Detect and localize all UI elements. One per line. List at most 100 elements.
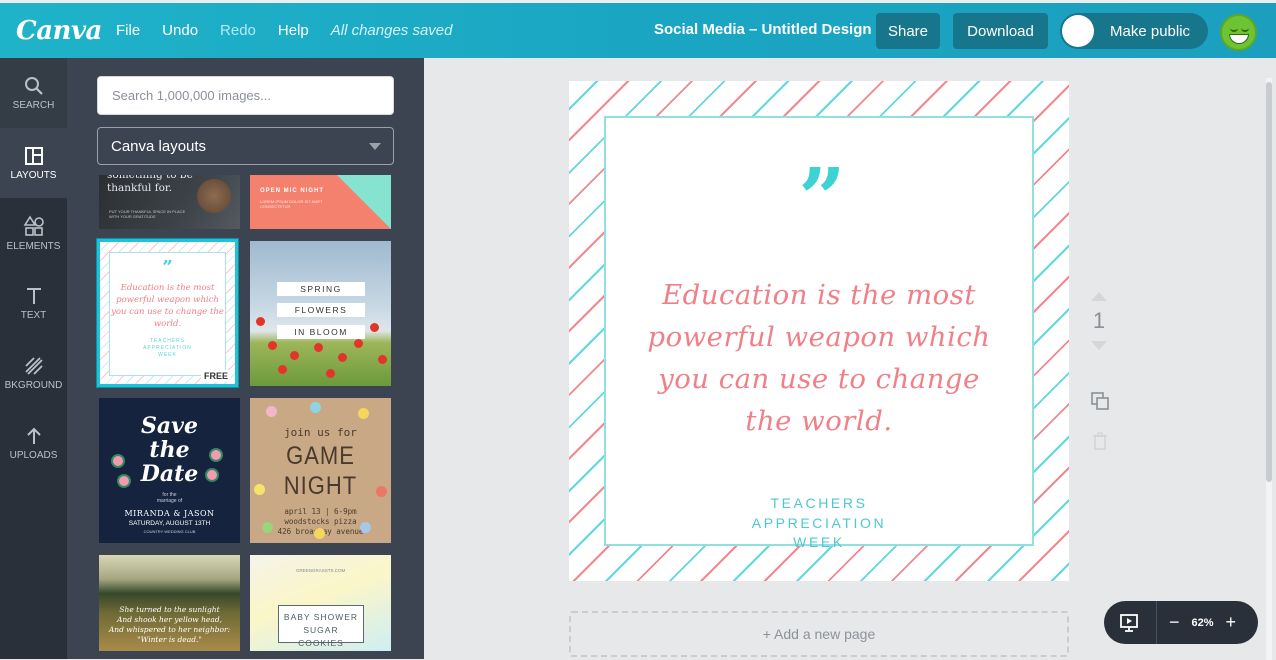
page-up-icon[interactable] bbox=[1091, 292, 1107, 301]
thumb-game-night-title: GAME NIGHT bbox=[283, 441, 358, 500]
thumb-save-date-venue: COUNTRY WEDDING CLUB bbox=[143, 529, 196, 534]
menu-help[interactable]: Help bbox=[278, 22, 309, 39]
nav-text-label: TEXT bbox=[20, 309, 47, 321]
vertical-scrollbar[interactable] bbox=[1266, 78, 1272, 660]
layout-thumb-education-selected[interactable]: ” Education is the most powerful weapon … bbox=[97, 239, 238, 387]
flower-image bbox=[290, 351, 299, 360]
nav-elements-label: ELEMENTS bbox=[6, 240, 61, 252]
polka-dot bbox=[314, 528, 325, 539]
canva-logo[interactable]: Canva bbox=[16, 16, 102, 46]
thumb-gratitude-small: PUT YOUR THANKFUL SPACE IN PLACE WITH YO… bbox=[109, 209, 186, 219]
text-icon bbox=[26, 287, 41, 304]
quote-icon[interactable]: ” bbox=[606, 158, 1032, 240]
flower-image bbox=[378, 355, 387, 364]
layout-thumb-sunlight[interactable]: She turned to the sunlight And shook her… bbox=[99, 555, 240, 651]
nav-layouts[interactable]: LAYOUTS bbox=[0, 128, 67, 198]
page-down-icon[interactable] bbox=[1091, 341, 1107, 350]
thumb-education-text: Education is the most powerful weapon wh… bbox=[111, 283, 224, 329]
add-page-button[interactable]: + Add a new page bbox=[569, 611, 1069, 657]
attribution-text[interactable]: TEACHERS APPRECIATION WEEK bbox=[606, 494, 1032, 553]
image-search-input[interactable]: Search 1,000,000 images... bbox=[97, 76, 394, 115]
make-public-label: Make public bbox=[1110, 22, 1191, 40]
page-number: 1 bbox=[1092, 308, 1106, 333]
free-badge: FREE bbox=[200, 370, 231, 382]
chevron-down-icon bbox=[369, 143, 381, 150]
zoom-divider bbox=[1156, 601, 1157, 644]
quote-icon: ” bbox=[162, 257, 173, 278]
polka-dot bbox=[360, 522, 371, 533]
floral-decoration bbox=[207, 470, 217, 480]
nav-background[interactable]: BKGROUND bbox=[0, 338, 67, 408]
flower-image bbox=[338, 353, 347, 362]
zoom-in-button[interactable]: + bbox=[1226, 612, 1237, 633]
layouts-panel: Search 1,000,000 images... Canva layouts… bbox=[67, 58, 424, 659]
nav-uploads[interactable]: UPLOADS bbox=[0, 408, 67, 478]
flower-image bbox=[326, 369, 335, 378]
layouts-dropdown[interactable]: Canva layouts bbox=[97, 127, 394, 165]
menu-undo[interactable]: Undo bbox=[162, 22, 198, 39]
quote-text[interactable]: Education is the most powerful weapon wh… bbox=[606, 274, 1032, 442]
menu-redo[interactable]: Redo bbox=[220, 22, 256, 39]
flower-image bbox=[256, 317, 265, 326]
make-public-toggle[interactable]: Make public bbox=[1060, 13, 1208, 49]
trash-icon[interactable] bbox=[1092, 432, 1108, 450]
polka-dot bbox=[262, 522, 273, 533]
menu-file[interactable]: File bbox=[116, 22, 140, 39]
nav-search[interactable]: SEARCH bbox=[0, 58, 67, 128]
layout-thumb-baby-shower[interactable]: GREENGRASSTS.COM BABY SHOWER SUGAR COOKI… bbox=[250, 555, 391, 651]
quote-card[interactable]: ” Education is the most powerful weapon … bbox=[604, 116, 1034, 550]
layout-thumb-open-mic[interactable]: OPEN MIC NIGHT LOREM IPSUM DOLOR SIT AME… bbox=[250, 175, 391, 229]
thumb-spring-line-1: SPRING bbox=[277, 282, 365, 296]
save-status: All changes saved bbox=[330, 22, 453, 39]
layout-thumb-save-the-date[interactable]: Save the Date for the marriage of MIRAND… bbox=[99, 398, 240, 543]
avatar-mouth bbox=[1229, 34, 1249, 44]
elements-icon bbox=[23, 214, 44, 236]
layout-thumb-gratitude[interactable]: something to be thankful for. PUT YOUR T… bbox=[99, 175, 240, 229]
zoom-controls: − 62% + bbox=[1104, 601, 1258, 644]
polka-dot bbox=[358, 408, 369, 419]
thumb-save-date-names: MIRANDA & JASON bbox=[124, 509, 215, 518]
share-button[interactable]: Share bbox=[876, 13, 940, 49]
nav-text[interactable]: TEXT bbox=[0, 268, 67, 338]
nav-layouts-label: LAYOUTS bbox=[10, 169, 57, 181]
floral-decoration bbox=[211, 450, 221, 460]
flower-image bbox=[268, 341, 277, 350]
layout-thumb-spring[interactable]: SPRING FLOWERS IN BLOOM bbox=[250, 241, 391, 386]
thumb-save-date-date: SATURDAY, AUGUST 13TH bbox=[128, 520, 211, 527]
zoom-level[interactable]: 62% bbox=[1192, 617, 1214, 629]
thumb-education-foot: TEACHERS APPRECIATION WEEK bbox=[143, 338, 192, 358]
nav-elements[interactable]: ELEMENTS bbox=[0, 198, 67, 268]
flower-image bbox=[314, 343, 323, 352]
copy-page-icon[interactable] bbox=[1090, 391, 1110, 411]
present-icon[interactable] bbox=[1118, 612, 1140, 634]
thumb-gratitude-text: something to be thankful for. bbox=[107, 175, 193, 194]
document-title[interactable]: Social Media – Untitled Design bbox=[654, 21, 872, 38]
polka-dot bbox=[266, 406, 277, 417]
thumb-education-card: ” Education is the most powerful weapon … bbox=[109, 252, 226, 376]
layouts-dropdown-value: Canva layouts bbox=[111, 137, 207, 155]
design-canvas[interactable]: ” Education is the most powerful weapon … bbox=[569, 81, 1069, 581]
mint-triangle bbox=[337, 175, 391, 229]
thumb-spring-line-3: IN BLOOM bbox=[277, 325, 365, 339]
thumb-save-date-small: for the marriage of bbox=[156, 492, 183, 504]
top-bar: Canva File Undo Redo Help All changes sa… bbox=[0, 0, 1276, 58]
download-button[interactable]: Download bbox=[953, 13, 1048, 49]
floral-decoration bbox=[113, 456, 123, 466]
layout-thumb-game-night[interactable]: join us for GAME NIGHT april 13 | 6-9pm … bbox=[250, 398, 391, 543]
thumb-open-mic-sub: LOREM IPSUM DOLOR SIT AMET CONSECTETUR bbox=[260, 199, 323, 209]
toggle-knob bbox=[1062, 15, 1094, 47]
search-icon bbox=[24, 76, 43, 95]
left-nav: SEARCH LAYOUTS ELEMENTS TEXT BKGROUND UP… bbox=[0, 58, 67, 659]
thumb-spring-line-2: FLOWERS bbox=[277, 303, 365, 317]
zoom-out-button[interactable]: − bbox=[1169, 612, 1180, 633]
nav-background-label: BKGROUND bbox=[4, 379, 63, 391]
thumb-game-night-join: join us for bbox=[284, 426, 357, 439]
thumb-open-mic-title: OPEN MIC NIGHT bbox=[260, 188, 325, 194]
nav-search-label: SEARCH bbox=[12, 99, 55, 111]
background-icon bbox=[24, 356, 43, 375]
spoon-image bbox=[197, 179, 231, 213]
user-avatar[interactable] bbox=[1220, 14, 1257, 51]
polka-dot bbox=[310, 402, 321, 413]
flower-image bbox=[370, 323, 379, 332]
scrollbar-thumb[interactable] bbox=[1266, 82, 1272, 482]
